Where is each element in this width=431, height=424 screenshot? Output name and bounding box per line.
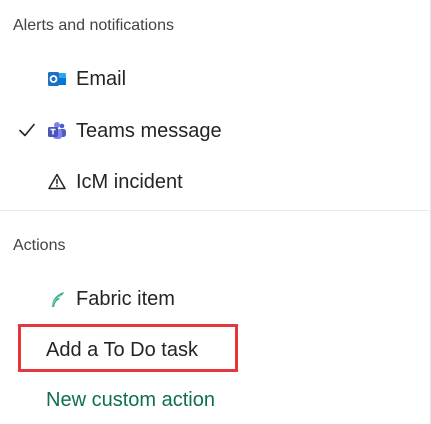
menu-item-email-label: Email bbox=[76, 67, 127, 90]
menu-item-new-custom-action-label: New custom action bbox=[46, 388, 215, 411]
warning-icon bbox=[46, 171, 68, 193]
checkmark-icon bbox=[16, 119, 38, 141]
menu-item-teams-message-label: Teams message bbox=[76, 119, 222, 142]
alerts-section-header: Alerts and notifications bbox=[13, 17, 174, 34]
menu-item-fabric-item-label: Fabric item bbox=[76, 287, 175, 310]
menu-item-icm-incident-label: IcM incident bbox=[76, 170, 183, 193]
menu-item-email[interactable]: Email bbox=[46, 62, 126, 96]
actions-section-header: Actions bbox=[13, 237, 66, 254]
section-divider bbox=[0, 210, 431, 211]
highlight-box bbox=[18, 324, 238, 372]
menu-item-icm-incident[interactable]: IcM incident bbox=[46, 165, 183, 199]
menu-item-teams-message[interactable]: Teams message bbox=[46, 114, 222, 148]
outlook-icon bbox=[46, 68, 68, 90]
fabric-icon bbox=[46, 288, 68, 310]
menu-item-new-custom-action[interactable]: New custom action bbox=[46, 383, 215, 417]
teams-icon bbox=[46, 120, 68, 142]
action-menu: Alerts and notifications Email Teams mes… bbox=[0, 0, 431, 424]
menu-item-fabric-item[interactable]: Fabric item bbox=[46, 282, 175, 316]
